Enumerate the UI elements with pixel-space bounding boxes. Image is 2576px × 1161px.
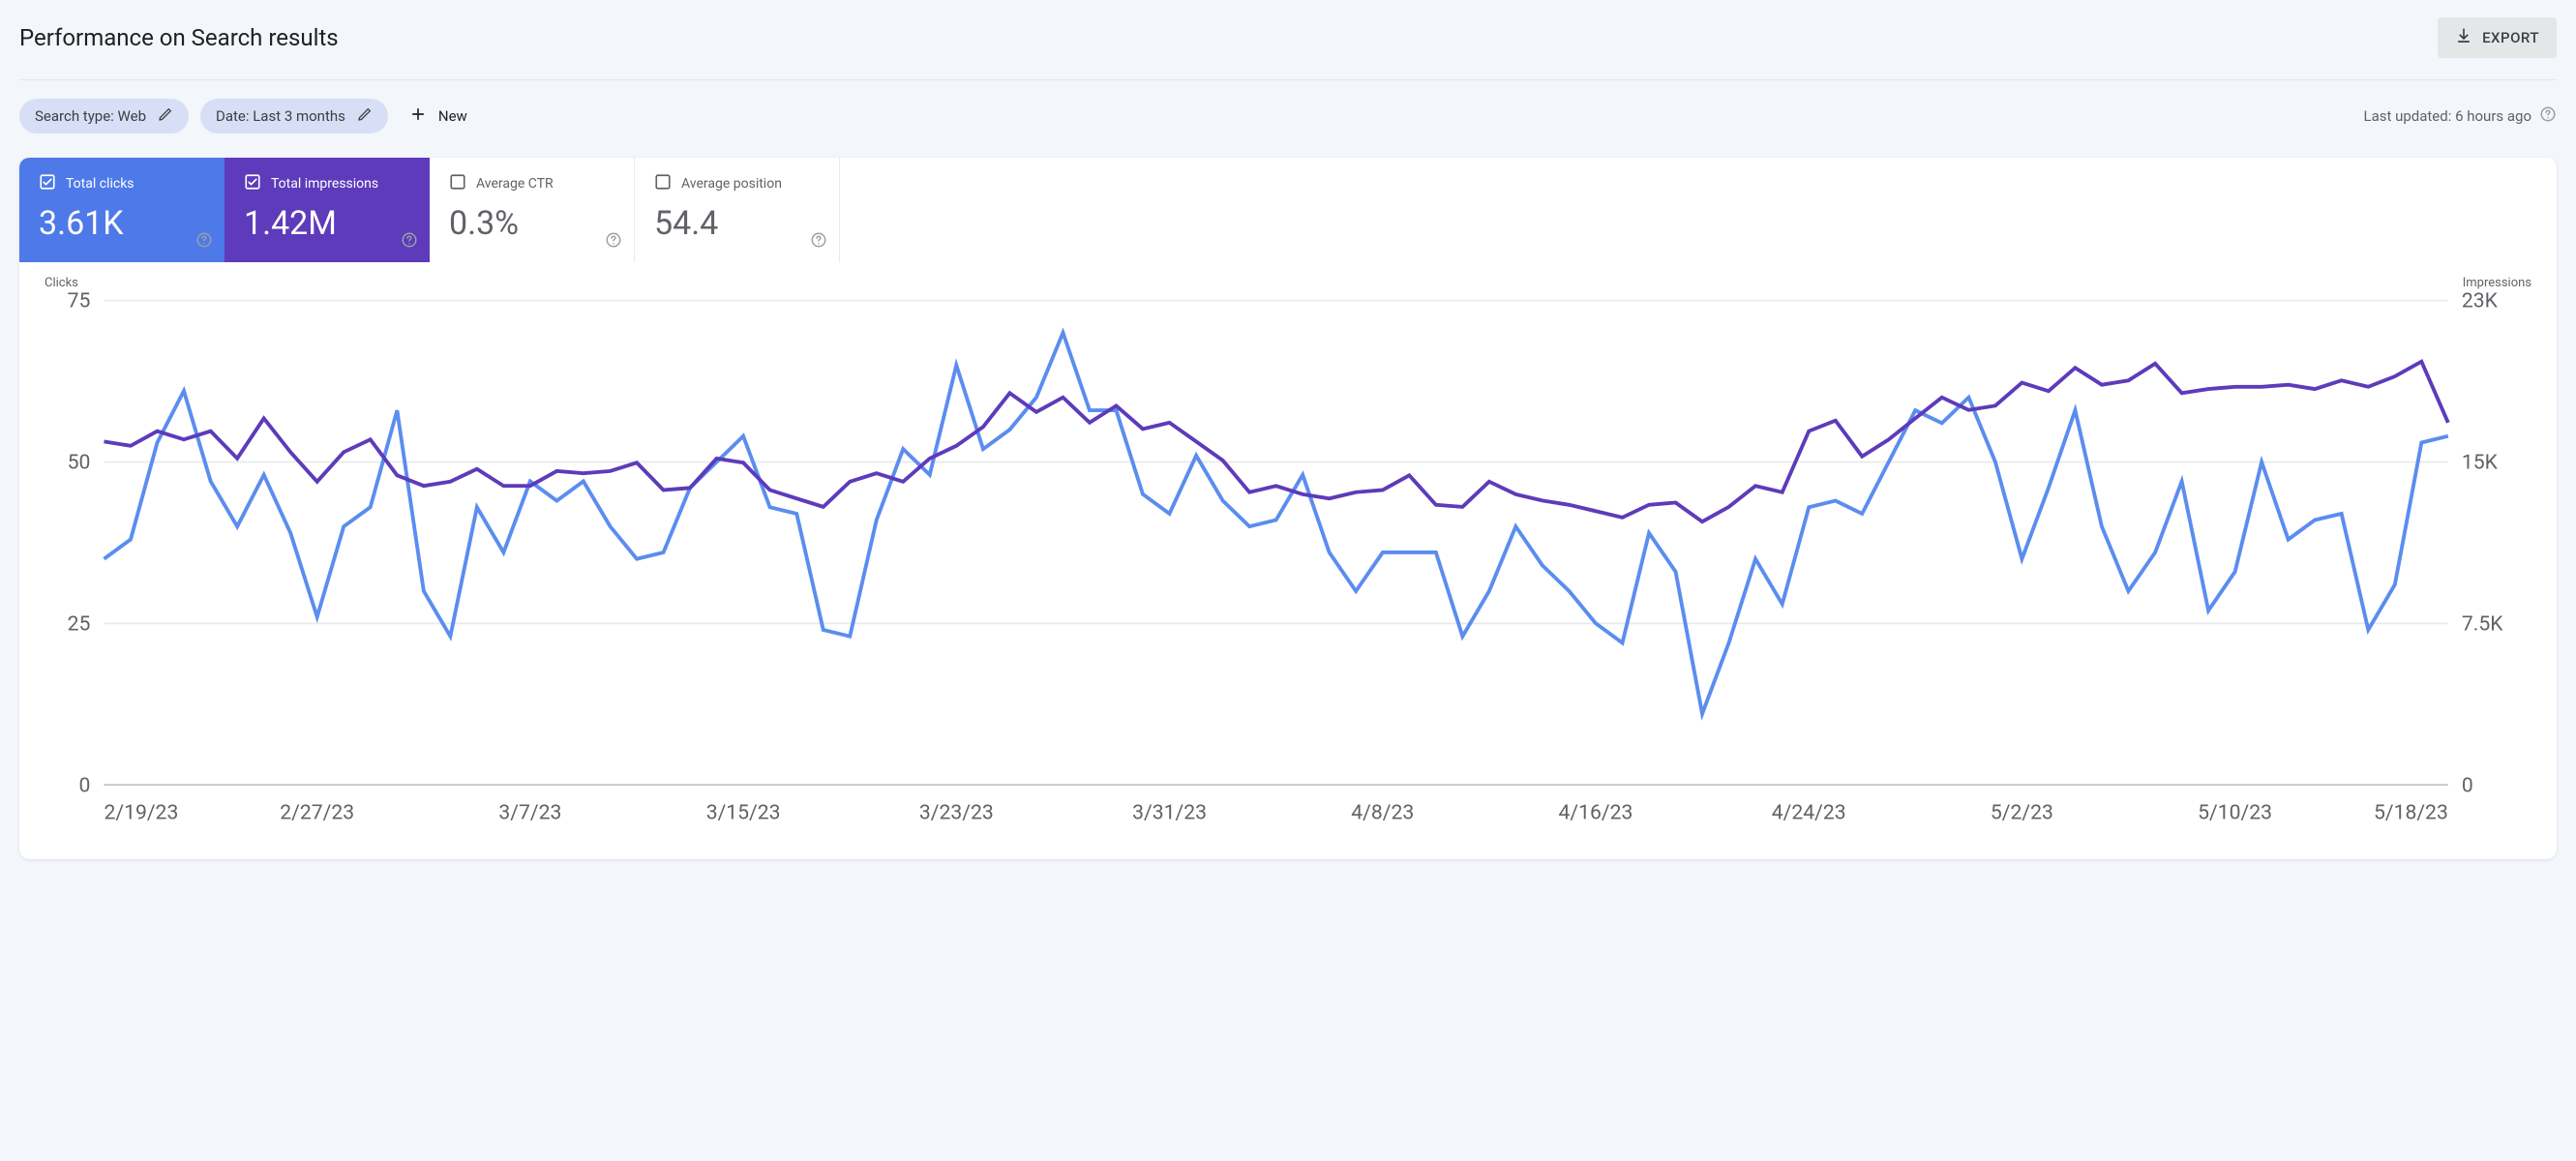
svg-text:7.5K: 7.5K	[2462, 611, 2503, 636]
download-icon	[2455, 27, 2472, 48]
checkbox-unchecked-icon	[449, 173, 466, 194]
help-icon[interactable]	[195, 231, 213, 253]
svg-text:4/16/23: 4/16/23	[1559, 801, 1633, 825]
metric-label: Average CTR	[476, 176, 554, 192]
filter-date-label: Date: Last 3 months	[216, 107, 345, 125]
last-updated: Last updated: 6 hours ago	[2363, 105, 2557, 127]
svg-text:0: 0	[2462, 773, 2473, 797]
svg-text:4/24/23: 4/24/23	[1772, 801, 1846, 825]
metric-tab-ctr[interactable]: Average CTR 0.3%	[430, 158, 635, 262]
svg-text:23K: 23K	[2462, 290, 2499, 313]
help-icon[interactable]	[401, 231, 418, 253]
svg-text:5/10/23: 5/10/23	[2198, 801, 2272, 825]
svg-text:5/2/23: 5/2/23	[1991, 801, 2053, 825]
add-filter-button[interactable]: New	[400, 98, 477, 134]
svg-text:15K: 15K	[2462, 451, 2499, 475]
performance-chart: 0 25 50 75 0 7.5K 15K 23K 2/19/23 2/27/23 3/7/23 3/…	[43, 290, 2533, 836]
svg-text:50: 50	[68, 451, 91, 475]
help-icon[interactable]	[605, 231, 622, 253]
metric-label: Average position	[681, 176, 782, 192]
metric-label: Total clicks	[66, 176, 135, 192]
svg-text:75: 75	[68, 290, 91, 313]
checkbox-checked-icon	[39, 173, 56, 194]
svg-text:3/7/23: 3/7/23	[498, 801, 561, 825]
filter-search-type-label: Search type: Web	[35, 107, 146, 125]
metric-value: 1.42M	[244, 204, 410, 243]
checkbox-unchecked-icon	[654, 173, 672, 194]
export-label: EXPORT	[2482, 29, 2539, 46]
page-title: Performance on Search results	[19, 24, 339, 51]
svg-text:25: 25	[68, 611, 91, 636]
metric-tab-clicks[interactable]: Total clicks 3.61K	[19, 158, 225, 262]
y-left-axis-title: Clicks	[45, 276, 78, 290]
svg-text:2/19/23: 2/19/23	[104, 801, 178, 825]
svg-text:2/27/23: 2/27/23	[280, 801, 354, 825]
metric-tab-impressions[interactable]: Total impressions 1.42M	[225, 158, 430, 262]
svg-text:3/15/23: 3/15/23	[706, 801, 781, 825]
y-right-axis-title: Impressions	[2463, 276, 2531, 290]
add-filter-label: New	[438, 107, 467, 125]
plus-icon	[409, 105, 427, 127]
metric-label: Total impressions	[271, 176, 378, 192]
help-icon[interactable]	[810, 231, 827, 253]
metric-value: 54.4	[654, 204, 820, 243]
metric-tab-position[interactable]: Average position 54.4	[635, 158, 840, 262]
svg-text:3/23/23: 3/23/23	[919, 801, 994, 825]
pencil-icon	[158, 106, 173, 126]
help-icon[interactable]	[2539, 105, 2557, 127]
svg-text:5/18/23: 5/18/23	[2374, 801, 2448, 825]
filter-search-type[interactable]: Search type: Web	[19, 99, 189, 134]
filter-date-range[interactable]: Date: Last 3 months	[200, 99, 388, 134]
checkbox-checked-icon	[244, 173, 261, 194]
metric-value: 3.61K	[39, 204, 205, 243]
performance-panel: Total clicks 3.61K Total impressions 1.4…	[19, 158, 2557, 859]
metric-value: 0.3%	[449, 204, 614, 243]
svg-text:0: 0	[78, 773, 90, 797]
last-updated-text: Last updated: 6 hours ago	[2363, 107, 2531, 125]
export-button[interactable]: EXPORT	[2438, 17, 2557, 58]
svg-text:4/8/23: 4/8/23	[1351, 801, 1414, 825]
pencil-icon	[357, 106, 373, 126]
svg-text:3/31/23: 3/31/23	[1132, 801, 1207, 825]
